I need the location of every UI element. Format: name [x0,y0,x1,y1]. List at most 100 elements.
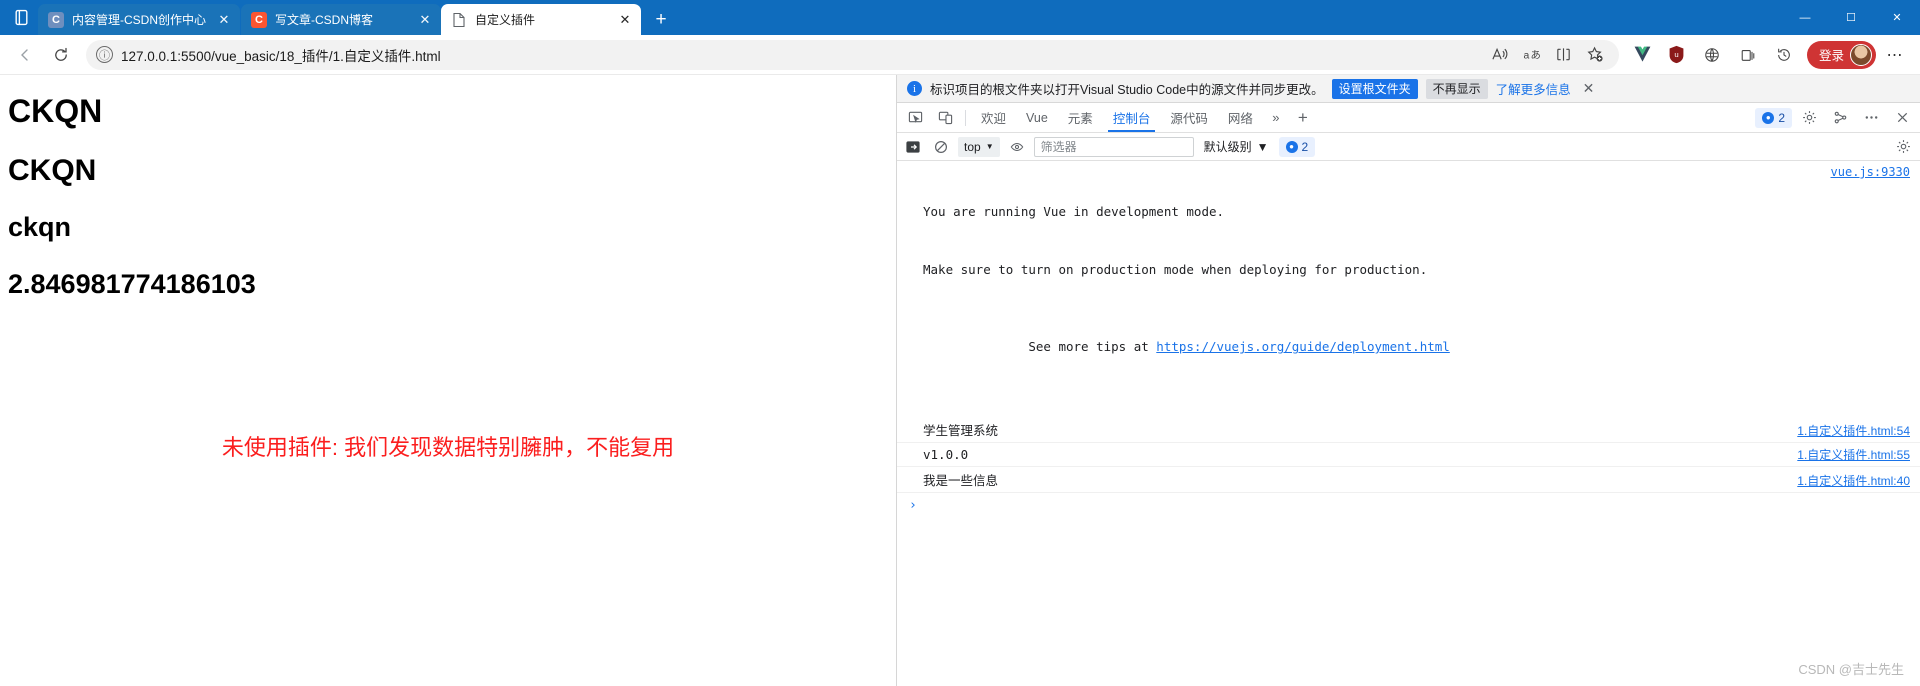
login-button[interactable]: 登录 [1806,40,1876,69]
avatar [1850,43,1872,66]
web-page-viewport: CKQN CKQN ckqn 2.846981774186103 未使用插件: … [0,75,897,686]
back-arrow-icon[interactable] [8,40,42,70]
close-icon[interactable]: ✕ [1579,80,1599,97]
devtools-tab-actions: ● 2 [1755,105,1916,131]
message-icon: ● [1762,111,1775,124]
add-panel-button[interactable]: + [1290,105,1316,131]
tab-welcome[interactable]: 欢迎 [972,104,1015,132]
console-message-row[interactable]: 我是一些信息 1.自定义插件.html:40 [897,467,1920,493]
message-source-link[interactable]: 1.自定义插件.html:55 [1797,446,1910,463]
console-input-prompt[interactable]: › [897,493,1920,518]
tab-title: 内容管理-CSDN创作中心 [72,13,206,27]
issues-badge[interactable]: ● 2 [1278,136,1316,157]
ublock-origin-icon[interactable]: u [1661,40,1693,70]
page-heading-3: ckqn [8,212,72,242]
console-message-vue-warning[interactable]: You are running Vue in development mode.… [897,161,1920,417]
message-icon: ● [1285,140,1298,153]
devtools-tab-bar: 欢迎 Vue 元素 控制台 源代码 网络 » + ● 2 [897,103,1920,133]
customize-devtools-icon[interactable] [1857,105,1885,131]
dont-show-again-button[interactable]: 不再显示 [1425,78,1488,99]
learn-more-link[interactable]: 了解更多信息 [1496,79,1571,98]
message-text: 我是一些信息 [923,473,999,488]
divider [965,109,966,126]
set-root-folder-button[interactable]: 设置根文件夹 [1331,78,1418,99]
filter-input[interactable]: 筛选器 [1033,136,1194,157]
tab-close-button[interactable]: ✕ [415,10,435,30]
translate-icon[interactable]: a あ [1517,41,1547,69]
vue-extension-icon[interactable] [1627,40,1659,70]
site-info-icon[interactable]: ⓘ [96,46,113,63]
svg-text:あ: あ [1531,49,1540,61]
tab-console[interactable]: 控制台 [1104,104,1160,132]
close-window-button[interactable]: ✕ [1874,0,1920,35]
browser-tab-3[interactable]: 自定义插件 ✕ [441,4,641,35]
settings-gear-icon[interactable] [1795,105,1823,131]
notification-text: 标识项目的根文件夹以打开Visual Studio Code中的源文件并同步更改… [930,83,1324,97]
tab-network[interactable]: 网络 [1219,104,1262,132]
live-expression-icon[interactable] [1006,136,1028,158]
deployment-guide-link[interactable]: https://vuejs.org/guide/deployment.html [1156,339,1450,354]
dock-options-icon[interactable] [1826,105,1854,131]
document-icon [451,12,467,28]
tab-vue[interactable]: Vue [1017,104,1057,132]
message-source-link[interactable]: vue.js:9330 [1831,163,1910,415]
browser-essentials-icon[interactable] [1695,40,1729,70]
console-message-row[interactable]: v1.0.0 1.自定义插件.html:55 [897,443,1920,467]
message-source-link[interactable]: 1.自定义插件.html:40 [1797,472,1910,489]
message-count-badge[interactable]: ● 2 [1755,107,1792,128]
chevron-down-icon: ▼ [1256,139,1269,154]
execution-context-select[interactable]: top ▼ [958,136,1000,157]
issues-count: 2 [1301,139,1309,154]
log-level-select[interactable]: 默认级别 ▼ [1200,138,1273,155]
svg-text:u: u [1675,50,1679,59]
tab-actions-icon[interactable] [4,0,38,35]
message-source-link[interactable]: 1.自定义插件.html:54 [1797,422,1910,439]
content-area: CKQN CKQN ckqn 2.846981774186103 未使用插件: … [0,75,1920,686]
device-toolbar-icon[interactable] [931,105,959,131]
devtools-notification-bar: i 标识项目的根文件夹以打开Visual Studio Code中的源文件并同步… [897,75,1920,103]
tab-title: 自定义插件 [475,13,536,27]
read-aloud-icon[interactable] [1485,41,1515,69]
collections-icon[interactable] [1731,40,1765,70]
browser-tab-1[interactable]: C 内容管理-CSDN创作中心 ✕ [38,4,240,35]
history-icon[interactable] [1767,40,1801,70]
csdn-blue-icon: C [48,11,64,28]
page-heading-2: CKQN [8,154,97,187]
chevron-down-icon: ▼ [985,142,994,151]
more-tabs-icon[interactable]: » [1264,105,1288,131]
address-bar[interactable]: ⓘ 127.0.0.1:5500/vue_basic/18_插件/1.自定义插件… [86,39,1619,70]
url-text: 127.0.0.1:5500/vue_basic/18_插件/1.自定义插件.h… [121,48,441,64]
tab-sources[interactable]: 源代码 [1161,104,1217,132]
add-favorite-icon[interactable] [1581,41,1611,69]
console-settings-icon[interactable] [1891,135,1915,159]
csdn-red-icon: C [251,11,267,28]
message-line-with-link: See more tips at https://vuejs.org/guide… [923,318,1450,376]
devtools-panel: i 标识项目的根文件夹以打开Visual Studio Code中的源文件并同步… [897,75,1920,686]
message-text: 学生管理系统 [923,423,999,438]
tab-elements[interactable]: 元素 [1059,104,1102,132]
close-devtools-icon[interactable] [1888,105,1916,131]
console-message-row[interactable]: 学生管理系统 1.自定义插件.html:54 [897,417,1920,443]
svg-text:a: a [1524,50,1530,61]
console-message-list[interactable]: You are running Vue in development mode.… [897,161,1920,686]
reload-icon[interactable] [44,40,78,70]
login-label: 登录 [1818,49,1844,63]
message-line: Make sure to turn on production mode whe… [923,261,1428,277]
console-sidebar-icon[interactable] [902,136,924,158]
more-options-button[interactable]: ⋯ [1878,40,1912,70]
inspect-element-icon[interactable] [901,105,929,131]
console-toolbar: top ▼ 筛选器 默认级别 ▼ ● 2 [897,133,1920,161]
tab-strip: C 内容管理-CSDN创作中心 ✕ C 写文章-CSDN博客 ✕ 自定义插件 ✕… [0,0,1920,35]
new-tab-button[interactable]: + [645,5,677,35]
clear-console-icon[interactable] [930,136,952,158]
minimize-button[interactable]: — [1782,0,1828,35]
page-heading-4: 2.846981774186103 [8,269,256,299]
watermark: CSDN @吉士先生 [1798,662,1904,677]
split-screen-icon[interactable] [1549,41,1579,69]
tab-close-button[interactable]: ✕ [214,10,234,30]
maximize-button[interactable]: ☐ [1828,0,1874,35]
browser-tab-2[interactable]: C 写文章-CSDN博客 ✕ [241,4,441,35]
tab-close-button[interactable]: ✕ [615,10,635,30]
browser-window: C 内容管理-CSDN创作中心 ✕ C 写文章-CSDN博客 ✕ 自定义插件 ✕… [0,0,1920,686]
message-text: v1.0.0 [923,446,969,462]
